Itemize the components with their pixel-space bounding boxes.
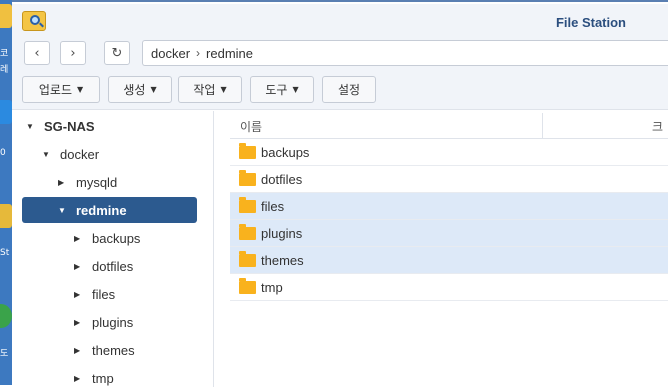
tree-item-label: mysqld: [76, 174, 118, 190]
file-row[interactable]: themes: [230, 247, 668, 274]
file-station-icon: [22, 11, 46, 31]
file-name: themes: [261, 252, 304, 268]
tree-item-label: redmine: [76, 202, 127, 218]
folder-icon: [239, 250, 256, 267]
tree-item-label: dotfiles: [92, 258, 134, 274]
tree-item-redmine[interactable]: ▼ redmine: [22, 197, 197, 223]
file-name: tmp: [261, 279, 283, 295]
file-row[interactable]: tmp: [230, 274, 668, 301]
settings-button[interactable]: 설정: [322, 76, 376, 103]
list-header: 이름 크: [230, 111, 668, 139]
collapsed-arrow-icon[interactable]: ▶: [74, 374, 84, 383]
collapsed-arrow-icon[interactable]: ▶: [58, 178, 68, 187]
refresh-icon: ↻: [111, 45, 123, 61]
folder-icon: [239, 142, 256, 159]
collapsed-arrow-icon[interactable]: ▶: [74, 234, 84, 243]
chevron-left-icon: ‹: [34, 45, 40, 61]
forward-button[interactable]: ›: [60, 41, 86, 65]
tree-item-plugins[interactable]: ▶ plugins: [22, 309, 197, 335]
folder-icon: [239, 169, 256, 186]
title-bar: File Station: [12, 4, 668, 36]
caret-down-icon: ▼: [150, 85, 157, 94]
caret-down-icon: ▼: [220, 85, 227, 94]
settings-label: 설정: [337, 83, 361, 97]
desktop-app-icon[interactable]: [0, 204, 12, 228]
tree-item-label: plugins: [92, 314, 134, 330]
desktop-label: 레: [0, 65, 9, 75]
desktop-background: 코 레 0 St 도: [0, 0, 12, 385]
column-header-size[interactable]: 크: [652, 118, 663, 135]
window-title: File Station: [555, 15, 626, 30]
upload-button[interactable]: 업로드 ▼: [22, 76, 100, 103]
tree-item-tmp[interactable]: ▶ tmp: [22, 365, 197, 391]
tree-item-mysqld[interactable]: ▶ mysqld: [22, 169, 197, 195]
tree-item-docker[interactable]: ▼ docker: [22, 141, 197, 167]
file-row[interactable]: backups: [230, 139, 668, 166]
tree-item-dotfiles[interactable]: ▶ dotfiles: [22, 253, 197, 279]
collapsed-arrow-icon[interactable]: ▶: [74, 290, 84, 299]
collapsed-arrow-icon[interactable]: ▶: [74, 262, 84, 271]
file-name: backups: [261, 144, 310, 160]
create-button[interactable]: 생성 ▼: [108, 76, 172, 103]
navigation-bar: ‹ › ↻ docker › redmine: [12, 36, 668, 70]
file-name: files: [261, 198, 285, 214]
tree-item-label: themes: [92, 342, 135, 358]
desktop-app-icon[interactable]: [0, 100, 12, 124]
collapsed-arrow-icon[interactable]: ▶: [74, 346, 84, 355]
file-list: 이름 크 backups dotfiles files plugins them…: [230, 111, 668, 387]
desktop-label: 코: [0, 49, 9, 59]
expanded-arrow-icon[interactable]: ▼: [26, 122, 36, 131]
folder-icon: [239, 223, 256, 240]
tools-label: 도구: [265, 83, 288, 97]
upload-label: 업로드: [38, 83, 72, 97]
tree-item-label: files: [92, 286, 116, 302]
tree-item-label: SG-NAS: [44, 118, 95, 134]
tree-item-label: tmp: [92, 370, 114, 386]
breadcrumb-separator: ›: [196, 46, 201, 60]
breadcrumb-redmine[interactable]: redmine: [206, 46, 253, 61]
file-row[interactable]: plugins: [230, 220, 668, 247]
toolbar: 업로드 ▼ 생성 ▼ 작업 ▼ 도구 ▼ 설정: [12, 70, 668, 110]
file-name: dotfiles: [261, 171, 303, 187]
column-divider[interactable]: [542, 113, 543, 139]
desktop-label: 0: [0, 148, 6, 158]
tree-item-label: backups: [92, 230, 141, 246]
breadcrumb-docker[interactable]: docker: [151, 46, 190, 61]
path-bar[interactable]: docker › redmine: [142, 40, 668, 66]
tree-item-label: docker: [60, 146, 100, 162]
back-button[interactable]: ‹: [24, 41, 50, 65]
tree-item-sg-nas[interactable]: ▼ SG-NAS: [22, 113, 197, 139]
tree-item-backups[interactable]: ▶ backups: [22, 225, 197, 251]
action-button[interactable]: 작업 ▼: [178, 76, 242, 103]
file-row[interactable]: dotfiles: [230, 166, 668, 193]
action-label: 작업: [193, 83, 216, 97]
file-station-window: File Station ‹ › ↻ docker › redmine 업로드 ▼…: [12, 0, 668, 387]
desktop-label: 도: [0, 349, 9, 359]
folder-icon: [239, 196, 256, 213]
create-label: 생성: [123, 83, 146, 97]
tree-item-files[interactable]: ▶ files: [22, 281, 197, 307]
desktop-label: St: [0, 248, 10, 258]
file-row[interactable]: files: [230, 193, 668, 220]
folder-tree: ▼ SG-NAS ▼ docker ▶ mysqld ▼ redmine ▶ backup…: [12, 111, 214, 387]
column-header-name[interactable]: 이름: [240, 118, 262, 135]
caret-down-icon: ▼: [76, 85, 84, 94]
tools-button[interactable]: 도구 ▼: [250, 76, 314, 103]
folder-icon: [239, 277, 256, 294]
caret-down-icon: ▼: [292, 85, 299, 94]
expanded-arrow-icon[interactable]: ▼: [58, 206, 68, 215]
chevron-right-icon: ›: [70, 45, 76, 61]
refresh-button[interactable]: ↻: [104, 41, 130, 65]
desktop-help-icon[interactable]: [0, 304, 12, 328]
tree-item-themes[interactable]: ▶ themes: [22, 337, 197, 363]
collapsed-arrow-icon[interactable]: ▶: [74, 318, 84, 327]
file-name: plugins: [261, 225, 303, 241]
expanded-arrow-icon[interactable]: ▼: [42, 150, 52, 159]
desktop-app-icon[interactable]: [0, 4, 12, 28]
